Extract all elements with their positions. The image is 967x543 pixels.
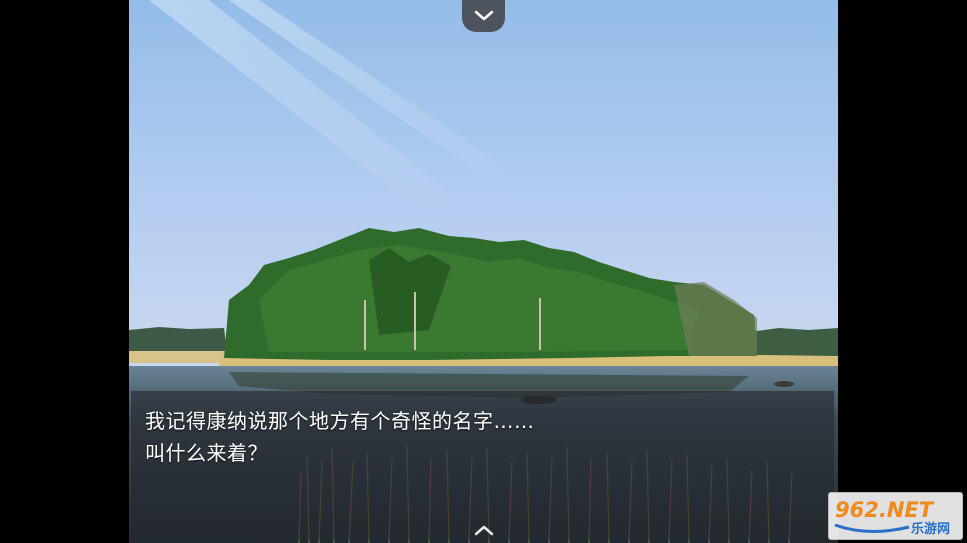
dialog-line-2: 叫什么来着？ (145, 441, 268, 465)
watermark-subtext: 乐游网 (911, 521, 950, 537)
chevron-down-icon (474, 10, 493, 21)
dialog-line-1: 我记得康纳说那个地方有个奇怪的名字…… (145, 409, 535, 433)
site-watermark: 962.NET 乐游网 (828, 492, 963, 540)
dialog-text: 我记得康纳说那个地方有个奇怪的名字…… 叫什么来着？ (145, 405, 805, 469)
expand-dialog-handle[interactable] (462, 517, 505, 543)
watermark-text: 962.NET (835, 498, 935, 522)
collapse-menu-handle[interactable] (462, 0, 505, 32)
chevron-up-icon (474, 525, 493, 536)
watermark-logo: 962.NET 乐游网 (834, 498, 950, 537)
game-screen: 我记得康纳说那个地方有个奇怪的名字…… 叫什么来着？ 962.NET 乐游网 (0, 0, 967, 543)
